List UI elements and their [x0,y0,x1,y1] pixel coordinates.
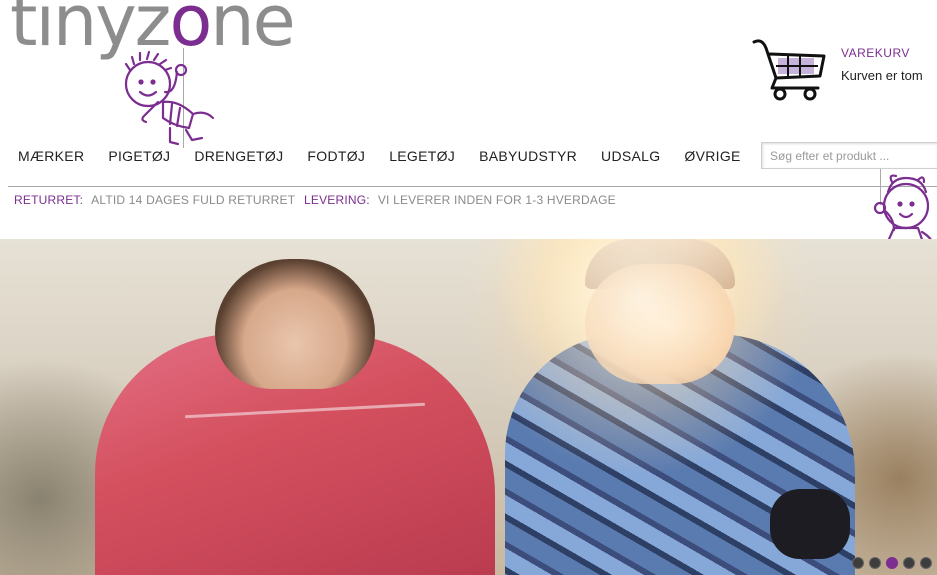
hero-banner-image[interactable] [0,239,937,575]
nav-item-drengetoj[interactable]: DRENGETØJ [194,148,283,164]
search-input[interactable] [761,142,937,169]
nav-item-ovrige[interactable]: ØVRIGE [684,148,740,164]
slider-dot-1[interactable] [852,557,864,569]
hero-girl-head [215,259,375,389]
delivery-text: VI LEVERER INDEN FOR 1-3 HVERDAGE [377,193,616,207]
boy-doodle-icon [124,50,215,146]
nav-item-udsalg[interactable]: UDSALG [601,148,660,164]
header-divider [8,186,937,187]
shopping-cart-icon[interactable] [748,34,828,104]
slider-dot-2[interactable] [869,557,881,569]
nav-item-babyudstyr[interactable]: BABYUDSTYR [479,148,577,164]
return-text: ALTID 14 DAGES FULD RETURRET [91,193,296,207]
slider-dot-5[interactable] [920,557,932,569]
nav-item-pigetoj[interactable]: PIGETØJ [108,148,170,164]
return-label: RETURRET: [14,193,84,207]
nav-item-legetoj[interactable]: LEGETØJ [389,148,455,164]
nav-item-maerker[interactable]: MÆRKER [18,148,84,164]
cart-status: Kurven er tom [841,68,923,83]
delivery-info: LEVERING: VI LEVERER INDEN FOR 1-3 HVERDA… [304,193,616,207]
nav-item-fodtoj[interactable]: FODTØJ [307,148,365,164]
slider-dot-4[interactable] [903,557,915,569]
return-info: RETURRET: ALTID 14 DAGES FULD RETURRET [14,193,295,207]
main-navigation: MÆRKER PIGETØJ DRENGETØJ FODTØJ LEGETØJ … [18,148,765,164]
slider-dot-3[interactable] [886,557,898,569]
cart-title[interactable]: VAREKURV [841,46,910,60]
slider-pagination [852,557,932,569]
hero-sun-glare [420,239,840,575]
delivery-label: LEVERING: [304,193,370,207]
